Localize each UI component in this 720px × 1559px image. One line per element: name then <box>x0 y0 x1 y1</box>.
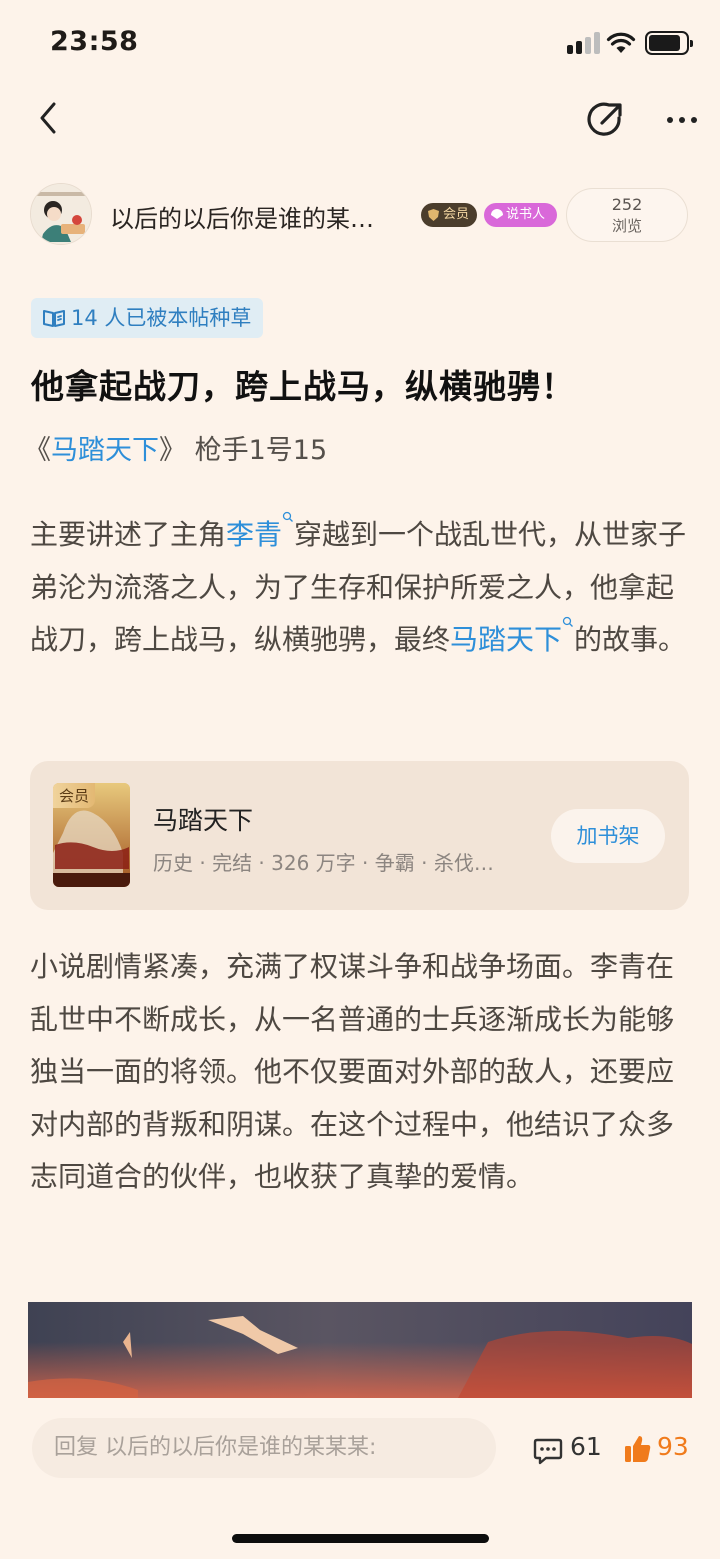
post-title: 他拿起战刀，跨上战马，纵横驰骋！ <box>31 367 575 406</box>
views-label: 浏览 <box>611 217 642 235</box>
book-reference: 《马踏天下》 枪手1号15 <box>24 428 327 467</box>
search-icon <box>562 616 573 627</box>
para1-text-a: 主要讲述了主角 <box>30 518 227 551</box>
reply-input[interactable]: 回复 以后的以后你是谁的某某某: <box>32 1418 496 1478</box>
back-icon[interactable] <box>34 96 64 140</box>
entity-link-book[interactable]: 马踏天下 <box>450 623 562 656</box>
storyteller-badge: 说书人 <box>484 203 557 227</box>
book-card[interactable]: 会员 马踏天下 历史 · 完结 · 326 万字 · 争霸 · 杀伐… 加书架 <box>30 761 689 910</box>
vip-badge: 会员 <box>421 203 477 227</box>
top-nav <box>0 90 720 146</box>
book-ref-author: 枪手1号15 <box>194 435 328 466</box>
book-meta: 历史 · 完结 · 326 万字 · 争霸 · 杀伐… <box>153 851 494 875</box>
status-bar: 23:58 <box>0 0 720 88</box>
comment-count: 61 <box>570 1432 602 1461</box>
book-ref-close: 》 <box>159 435 186 466</box>
recommend-tag[interactable]: 14 人已被本帖种草 <box>31 298 264 338</box>
avatar[interactable] <box>30 183 92 245</box>
home-indicator <box>232 1534 489 1543</box>
avatar-illustration <box>31 184 91 244</box>
like-count: 93 <box>657 1432 689 1461</box>
recommend-tag-text: 14 人已被本帖种草 <box>71 306 252 330</box>
share-icon[interactable] <box>584 96 626 140</box>
thumbs-up-icon <box>625 1436 651 1462</box>
author-name[interactable]: 以后的以后你是谁的某… <box>110 199 415 234</box>
para1-text-c: 的故事。 <box>574 623 687 656</box>
book-ref-open: 《 <box>24 435 51 466</box>
views-counter: 252 浏览 <box>566 188 688 242</box>
book-ref-link[interactable]: 马踏天下 <box>51 435 159 466</box>
author-row: 以后的以后你是谁的某… 会员 说书人 252 浏览 <box>0 183 720 247</box>
vip-badge-label: 会员 <box>443 207 470 222</box>
search-icon <box>282 511 293 522</box>
book-cover: 会员 <box>53 783 130 887</box>
wifi-icon <box>606 32 636 53</box>
comment-icon <box>533 1438 563 1465</box>
post-paragraph-1: 主要讲述了主角李青 穿越到一个战乱世代，从世家子弟沦为流落之人，为了生存和保护所爱… <box>30 509 695 667</box>
status-time: 23:58 <box>50 26 139 57</box>
post-image-art <box>28 1302 692 1398</box>
open-book-icon <box>43 310 65 327</box>
cover-vip-label: 会员 <box>53 783 96 808</box>
bottom-bar: 回复 以后的以后你是谁的某某某: 61 93 <box>0 1398 720 1559</box>
signal-icon <box>567 32 601 54</box>
vip-shield-icon <box>428 209 439 221</box>
entity-link-li-qing[interactable]: 李青 <box>226 518 282 551</box>
add-to-shelf-button[interactable]: 加书架 <box>551 809 665 863</box>
more-icon[interactable] <box>660 96 704 140</box>
post-paragraph-2: 小说剧情紧凑，充满了权谋斗争和战争场面。李青在乱世中不断成长，从一名普通的士兵逐… <box>30 950 675 1193</box>
storyteller-badge-label: 说书人 <box>506 207 546 222</box>
battery-icon <box>645 31 693 55</box>
fan-icon <box>491 209 503 219</box>
post-image[interactable] <box>28 1302 692 1398</box>
book-title: 马踏天下 <box>153 806 254 835</box>
views-count: 252 <box>611 195 643 214</box>
